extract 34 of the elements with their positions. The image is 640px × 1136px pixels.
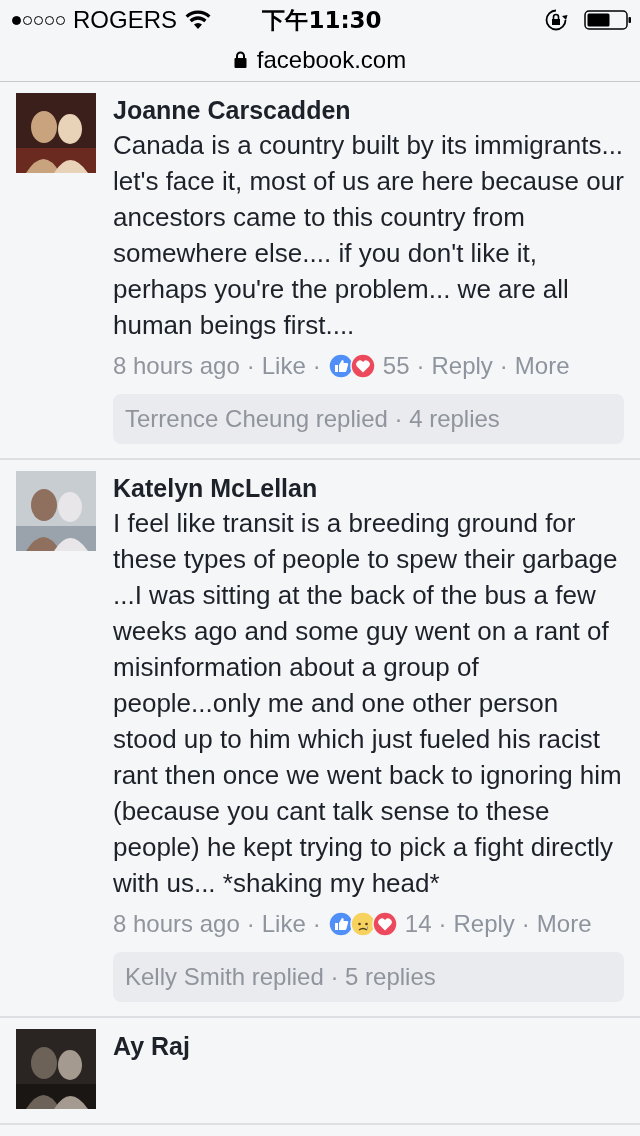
wifi-icon xyxy=(185,10,211,30)
like-link[interactable]: Like xyxy=(261,352,306,380)
reactions-icon[interactable] xyxy=(327,911,398,937)
separator-dot: · xyxy=(312,352,321,380)
separator-dot: · xyxy=(416,352,425,380)
comment-text: Canada is a country built by its immigrants... let's face it, most of us are here because our ancestors came to this country from somewhere else.... if you don't like it, perhaps you're the problem... we are all human beings first.... xyxy=(113,129,624,342)
separator-dot: · xyxy=(499,352,508,380)
author-name[interactable]: Joanne Carscadden xyxy=(113,93,351,127)
replies-button[interactable]: Terrence Cheung replied · 4 replies xyxy=(113,394,624,444)
reaction-count[interactable]: 14 xyxy=(404,910,432,938)
comment-time: 8 hours ago xyxy=(113,352,240,380)
carrier-name: ROGERS xyxy=(73,6,177,34)
battery-icon xyxy=(584,9,632,31)
like-link[interactable]: Like xyxy=(261,910,306,938)
replies-button[interactable]: Kelly Smith replied · 5 replies xyxy=(113,952,624,1002)
separator-dot: · xyxy=(246,352,255,380)
clock-time: 下午11:30 xyxy=(262,5,382,35)
rotation-lock-icon xyxy=(544,8,568,32)
reply-link[interactable]: Reply xyxy=(453,910,515,938)
separator-dot: · xyxy=(312,910,321,938)
lock-icon xyxy=(233,51,247,68)
reaction-count[interactable]: 55 xyxy=(382,352,410,380)
more-link[interactable]: More xyxy=(536,910,592,938)
separator-dot: · xyxy=(521,910,530,938)
more-link[interactable]: More xyxy=(514,352,570,380)
separator-dot: · xyxy=(438,910,447,938)
comment-time: 8 hours ago xyxy=(113,910,240,938)
author-name[interactable]: Ay Raj xyxy=(113,1029,190,1063)
comment-text: I feel like transit is a breeding ground for these types of people to spew their garbage ...I was sitting at the back of the bus a few weeks ago and some guy went on a rant of misinformation about a group of people...only me and one other person stood up to him which just fueled his racist rant then once we went back to ignoring him (because you cant talk sense to these people) he kept trying to pick a fight directly with us... *shaking my head* xyxy=(113,507,623,900)
reply-link[interactable]: Reply xyxy=(431,352,493,380)
author-name[interactable]: Katelyn McLellan xyxy=(113,471,318,505)
separator-dot: · xyxy=(246,910,255,938)
reactions-icon[interactable] xyxy=(327,353,376,379)
url-text[interactable]: facebook.com xyxy=(256,45,407,74)
